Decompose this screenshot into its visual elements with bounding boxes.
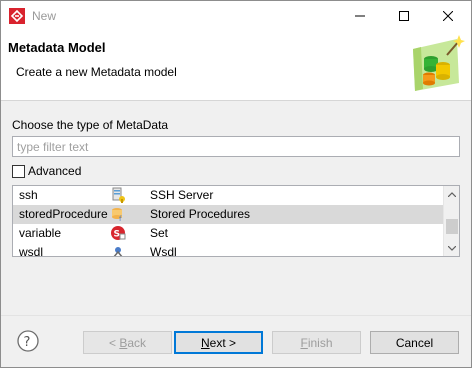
- metadata-type-list[interactable]: ssh SSH Server storedProcedure f Stored …: [12, 185, 460, 257]
- maximize-button[interactable]: [382, 1, 426, 31]
- back-prefix: <: [108, 335, 120, 350]
- back-button[interactable]: < Back: [83, 331, 172, 354]
- finish-button[interactable]: Finish: [272, 331, 361, 354]
- wizard-footer: ? < Back Next > Finish Cancel: [1, 315, 471, 367]
- help-icon[interactable]: ?: [17, 330, 39, 352]
- next-mnemonic: N: [200, 335, 210, 350]
- close-icon: [443, 11, 453, 21]
- row-name: storedProcedure: [19, 207, 108, 221]
- next-label: ext >: [209, 335, 237, 350]
- row-description: SSH Server: [150, 188, 214, 202]
- row-name: wsdl: [19, 245, 44, 257]
- advanced-checkbox-row[interactable]: Advanced: [12, 163, 81, 179]
- wizard-header: Metadata Model Create a new Metadata mod…: [1, 31, 471, 101]
- scroll-up-button[interactable]: [444, 186, 459, 202]
- back-label: ack: [127, 335, 147, 350]
- metadata-wizard-icon: [413, 35, 465, 91]
- list-row-ssh[interactable]: ssh SSH Server: [13, 186, 444, 205]
- filter-input[interactable]: [12, 136, 460, 157]
- list-row-variable[interactable]: variable S Set: [13, 224, 444, 243]
- cancel-button[interactable]: Cancel: [370, 331, 459, 354]
- row-description: Wsdl: [150, 245, 177, 257]
- new-wizard-dialog: New Metadata Model Create a new Metadata…: [0, 0, 472, 368]
- row-description: Set: [150, 226, 169, 240]
- minimize-icon: [355, 15, 365, 17]
- svg-text:?: ?: [24, 335, 31, 350]
- row-description: Stored Procedures: [150, 207, 251, 221]
- title-bar[interactable]: New: [1, 1, 471, 31]
- list-row-storedProcedure[interactable]: storedProcedure f Stored Procedures: [13, 205, 444, 224]
- list-scrollbar[interactable]: [443, 186, 459, 256]
- maximize-icon: [399, 11, 409, 21]
- minimize-button[interactable]: [338, 1, 382, 31]
- next-button[interactable]: Next >: [174, 331, 263, 354]
- list-row-wsdl[interactable]: wsdl Wsdl: [13, 243, 444, 257]
- stored-procedure-icon: f: [112, 208, 122, 222]
- row-name: variable: [19, 226, 62, 240]
- advanced-label[interactable]: Advanced: [28, 164, 81, 178]
- list-rows: ssh SSH Server storedProcedure f Stored …: [13, 186, 444, 257]
- set-variable-icon: S: [111, 226, 126, 240]
- close-button[interactable]: [426, 1, 470, 31]
- metadata-type-label: Choose the type of MetaData: [12, 118, 169, 132]
- app-logo-icon: [9, 8, 25, 24]
- advanced-checkbox[interactable]: [12, 164, 25, 178]
- finish-mnemonic: F: [300, 335, 308, 350]
- chevron-up-icon: [448, 191, 456, 197]
- wizard-title: Metadata Model: [8, 40, 106, 55]
- finish-label: inish: [307, 335, 333, 350]
- row-name: ssh: [19, 188, 38, 202]
- footer-divider: [1, 315, 471, 316]
- back-mnemonic: B: [119, 335, 128, 350]
- scroll-thumb[interactable]: [446, 219, 458, 234]
- chevron-down-icon: [448, 245, 456, 251]
- wizard-body: Choose the type of MetaData Advanced ssh…: [1, 102, 471, 315]
- wsdl-icon: [113, 247, 123, 256]
- ssh-server-icon: [112, 187, 125, 203]
- scroll-down-button[interactable]: [444, 240, 459, 256]
- svg-text:S: S: [114, 230, 120, 240]
- wizard-description: Create a new Metadata model: [16, 65, 177, 79]
- window-title: New: [32, 9, 57, 23]
